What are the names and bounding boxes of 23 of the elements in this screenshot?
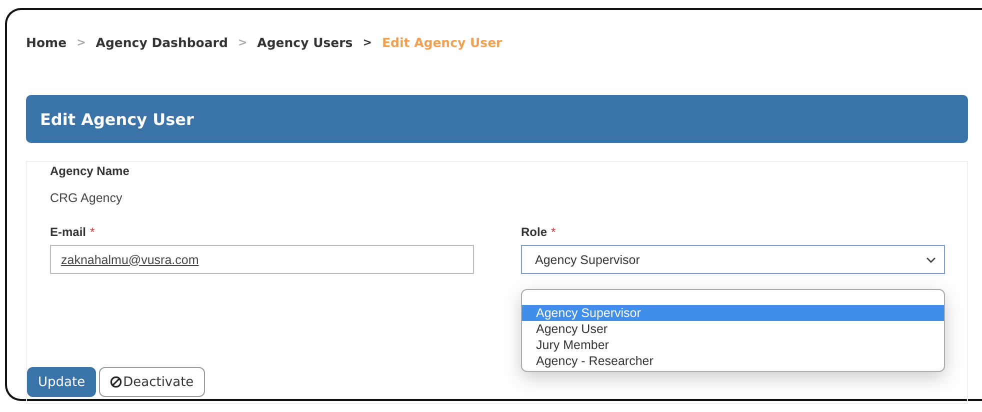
breadcrumb-separator: > xyxy=(238,36,248,48)
update-button[interactable]: Update xyxy=(27,367,96,397)
dropdown-option[interactable]: Agency - Researcher xyxy=(522,353,944,369)
breadcrumb-separator: > xyxy=(362,36,372,48)
breadcrumb-current: Edit Agency User xyxy=(382,34,502,50)
field-label: Agency Name xyxy=(50,164,130,178)
deactivate-button[interactable]: Deactivate xyxy=(99,367,205,397)
breadcrumb-link[interactable]: Home xyxy=(26,34,67,50)
breadcrumb-link[interactable]: Agency Users xyxy=(257,34,353,50)
field-label: Role xyxy=(521,225,548,239)
role-select[interactable]: Agency Supervisor xyxy=(521,245,945,274)
ban-icon xyxy=(110,376,122,388)
email-field[interactable]: zaknahalmu@vusra.com xyxy=(50,245,474,274)
required-mark: * xyxy=(90,225,95,239)
chevron-down-icon xyxy=(926,256,936,262)
field-label: E-mail xyxy=(50,225,86,239)
breadcrumb-separator: > xyxy=(76,36,86,48)
dropdown-option[interactable]: Jury Member xyxy=(522,337,944,353)
agency-name-value: CRG Agency xyxy=(50,191,124,205)
page-title: Edit Agency User xyxy=(40,110,194,128)
dropdown-option[interactable]: Agency User xyxy=(522,321,944,337)
breadcrumb-link[interactable]: Agency Dashboard xyxy=(96,34,228,50)
required-mark: * xyxy=(551,225,556,239)
